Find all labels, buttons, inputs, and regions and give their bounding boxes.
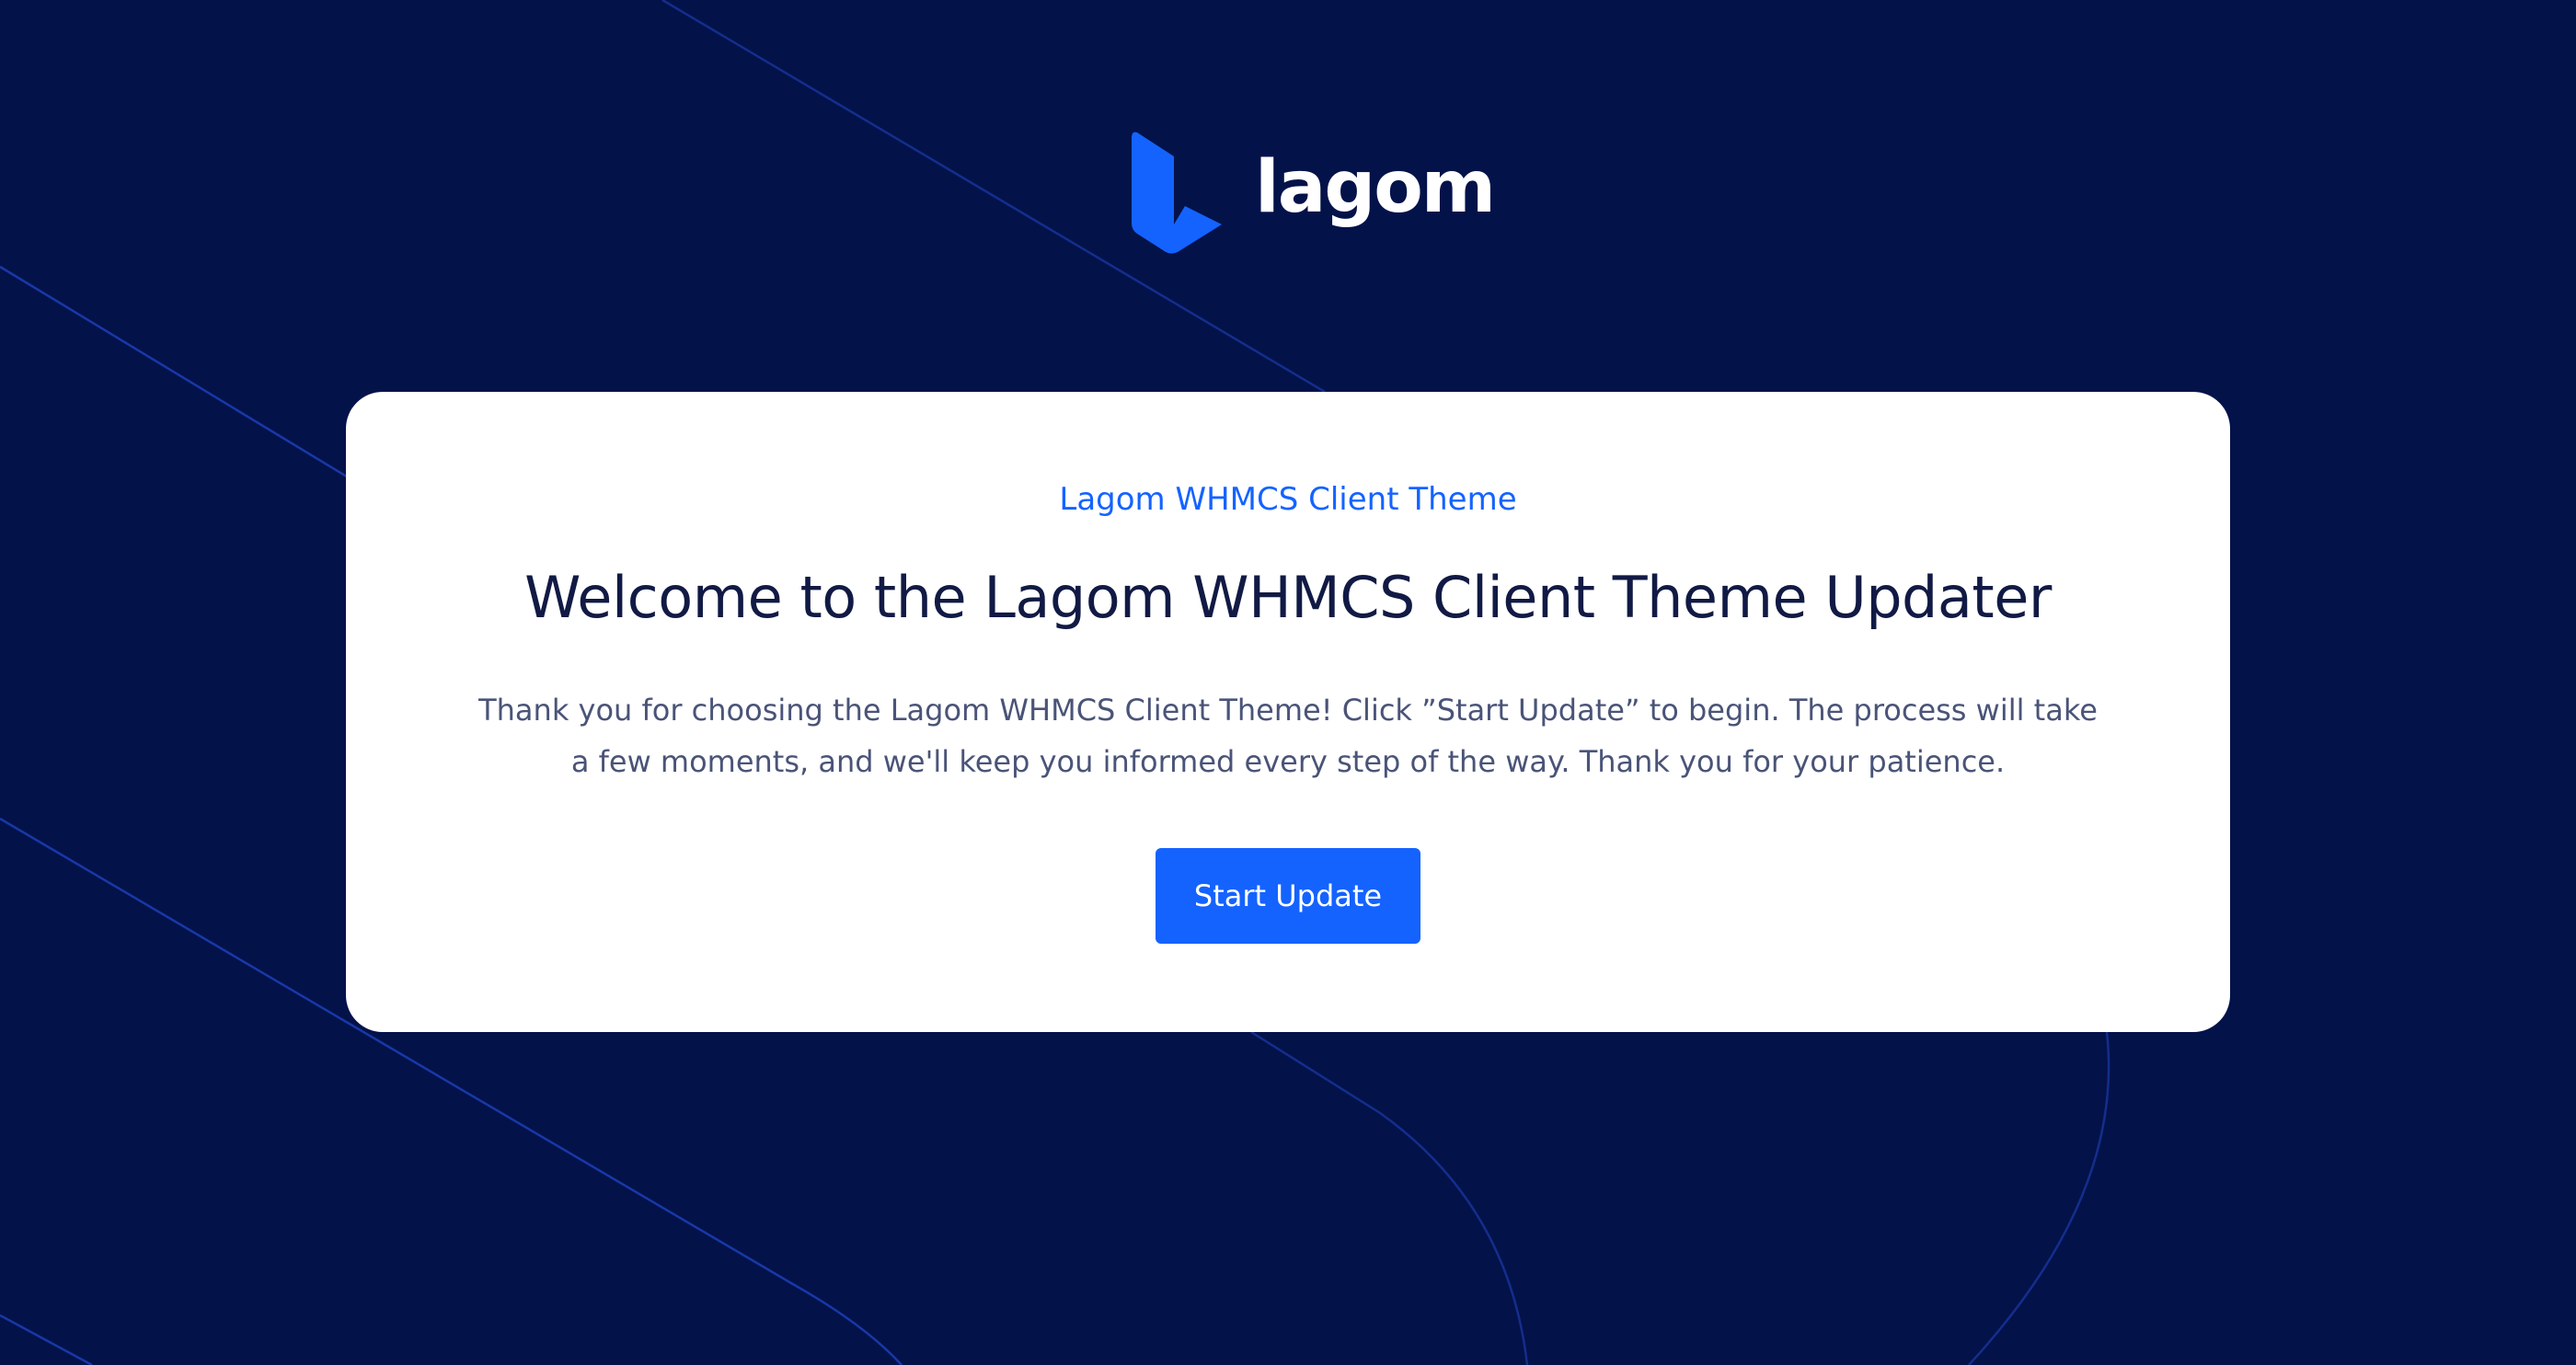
card-eyebrow: Lagom WHMCS Client Theme: [1059, 481, 1517, 518]
page-title: Welcome to the Lagom WHMCS Client Theme …: [524, 564, 2052, 631]
updater-card: Lagom WHMCS Client Theme Welcome to the …: [346, 392, 2230, 1032]
lagom-logo-icon: [1132, 132, 1222, 254]
lagom-logo: lagom: [1130, 127, 1496, 256]
start-update-button[interactable]: Start Update: [1156, 848, 1420, 944]
card-description: Thank you for choosing the Lagom WHMCS C…: [478, 693, 2098, 779]
logo-wordmark: lagom: [1255, 146, 1496, 229]
